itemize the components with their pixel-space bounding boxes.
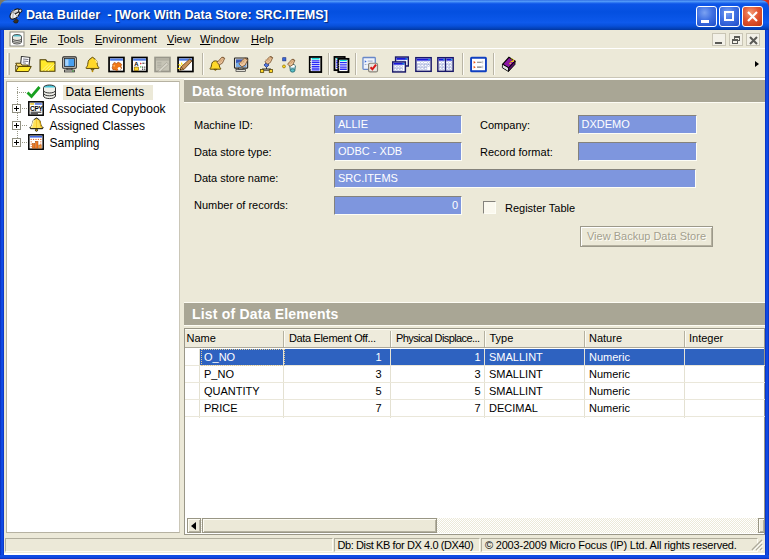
svg-text:CPY: CPY (30, 105, 43, 112)
